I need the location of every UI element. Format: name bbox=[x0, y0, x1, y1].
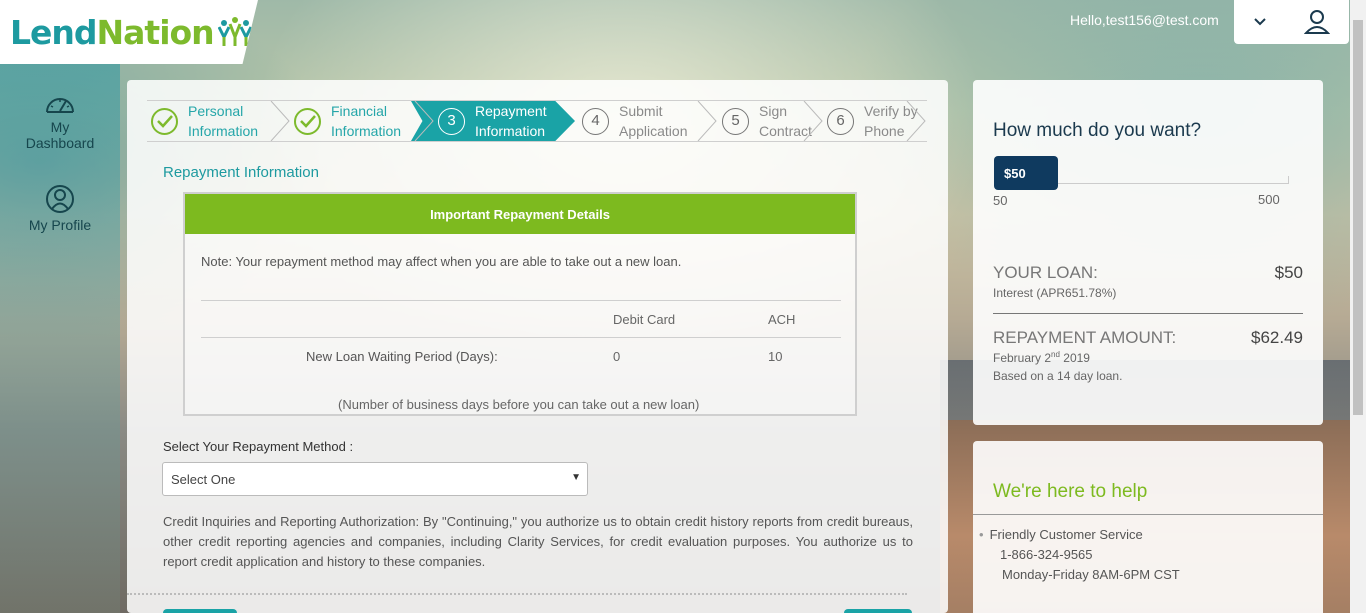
sidebar-item-dashboard[interactable]: My Dashboard bbox=[0, 92, 120, 151]
user-greeting: Hello,test156@test.com bbox=[1070, 12, 1219, 28]
divider bbox=[201, 300, 841, 301]
step-number: 3 bbox=[438, 107, 465, 135]
repayment-amount-label: REPAYMENT AMOUNT: bbox=[993, 328, 1177, 347]
loan-term: Based on a 14 day loan. bbox=[993, 369, 1123, 383]
help-item-title: • Friendly Customer Service bbox=[979, 527, 1143, 542]
help-card: We're here to help • Friendly Customer Se… bbox=[973, 441, 1323, 613]
table-cell-ach: 10 bbox=[768, 349, 783, 364]
step-repayment-information[interactable]: 3 Repayment Information bbox=[438, 101, 547, 141]
sidebar: My Dashboard My Profile bbox=[0, 64, 120, 613]
table-header-debit-card: Debit Card bbox=[613, 312, 676, 327]
credit-authorization-text: Credit Inquiries and Reporting Authoriza… bbox=[163, 514, 913, 569]
due-date: February 2nd 2019 bbox=[993, 350, 1090, 365]
user-menu[interactable] bbox=[1234, 0, 1349, 44]
step-number: 4 bbox=[582, 107, 609, 135]
repayment-details-panel: Important Repayment Details Note: Your r… bbox=[183, 192, 857, 416]
your-loan-value: $50 bbox=[1274, 263, 1303, 282]
loan-amount-card: How much do you want? $50 50 500 YOUR LO… bbox=[973, 80, 1323, 425]
checkmark-icon bbox=[151, 107, 178, 135]
help-title: We're here to help bbox=[993, 481, 1148, 502]
sidebar-item-label: My Profile bbox=[28, 217, 92, 233]
step-sign-contract[interactable]: 5 Sign Contract bbox=[722, 101, 812, 141]
help-hours: Monday-Friday 8AM-6PM CST bbox=[1002, 567, 1180, 582]
section-title: Repayment Information bbox=[163, 164, 319, 181]
checkmark-icon bbox=[294, 107, 321, 135]
sidebar-item-profile[interactable]: My Profile bbox=[0, 184, 120, 233]
dashboard-gauge-icon bbox=[46, 98, 74, 113]
step-separator-icon bbox=[270, 101, 290, 141]
logo-text: LendNation bbox=[10, 12, 215, 52]
sidebar-item-label: My bbox=[50, 119, 70, 135]
details-header: Important Repayment Details bbox=[185, 194, 855, 234]
continue-button[interactable] bbox=[844, 609, 912, 613]
dropdown-arrow-icon: ▼ bbox=[571, 472, 581, 483]
back-button[interactable] bbox=[163, 609, 237, 613]
slider-max-label: 500 bbox=[1258, 192, 1280, 207]
loan-amount-slider-handle[interactable]: $50 bbox=[994, 156, 1058, 190]
repayment-method-label: Select Your Repayment Method : bbox=[163, 439, 354, 454]
select-value: Select One bbox=[171, 471, 236, 487]
slider-min-label: 50 bbox=[993, 193, 1008, 208]
page-scrollbar[interactable] bbox=[1350, 0, 1366, 613]
step-submit-application[interactable]: 4 Submit Application bbox=[582, 101, 688, 141]
divider bbox=[993, 313, 1303, 314]
help-phone[interactable]: 1-866-324-9565 bbox=[1000, 547, 1093, 562]
loan-question: How much do you want? bbox=[993, 120, 1202, 141]
table-header-ach: ACH bbox=[768, 312, 796, 327]
profile-icon bbox=[46, 185, 74, 213]
step-financial-information[interactable]: Financial Information bbox=[294, 101, 401, 141]
interest-rate: Interest (APR651.78%) bbox=[993, 286, 1117, 300]
step-personal-information[interactable]: Personal Information bbox=[151, 101, 258, 141]
details-note: Note: Your repayment method may affect w… bbox=[201, 254, 682, 269]
divider bbox=[201, 337, 841, 338]
step-separator-icon bbox=[906, 101, 926, 141]
repayment-method-select[interactable]: Select One ▼ bbox=[162, 462, 588, 496]
table-row-label: New Loan Waiting Period (Days): bbox=[306, 349, 498, 364]
application-form-card: Personal Information Financial Information… bbox=[127, 80, 948, 613]
sidebar-item-label: Dashboard bbox=[25, 135, 95, 151]
user-icon[interactable] bbox=[1304, 9, 1331, 35]
repayment-amount-value: $62.49 bbox=[1251, 328, 1303, 347]
details-footnote: (Number of business days before you can … bbox=[338, 397, 700, 412]
logo-people-icon bbox=[217, 17, 252, 46]
dotted-divider bbox=[127, 593, 907, 595]
progress-steps: Personal Information Financial Information… bbox=[147, 100, 927, 142]
step-separator-icon bbox=[697, 101, 717, 141]
scrollbar-thumb[interactable] bbox=[1353, 20, 1363, 415]
table-cell-debit-card: 0 bbox=[613, 349, 621, 364]
step-separator-icon bbox=[803, 101, 823, 141]
chevron-down-icon[interactable] bbox=[1253, 17, 1267, 27]
bullet-icon: • bbox=[979, 527, 984, 542]
your-loan-label: YOUR LOAN: bbox=[993, 263, 1098, 282]
step-number: 5 bbox=[722, 107, 749, 135]
step-separator-icon bbox=[414, 101, 434, 141]
divider bbox=[973, 514, 1323, 515]
step-number: 6 bbox=[827, 107, 854, 135]
logo[interactable]: LendNation bbox=[0, 0, 258, 64]
